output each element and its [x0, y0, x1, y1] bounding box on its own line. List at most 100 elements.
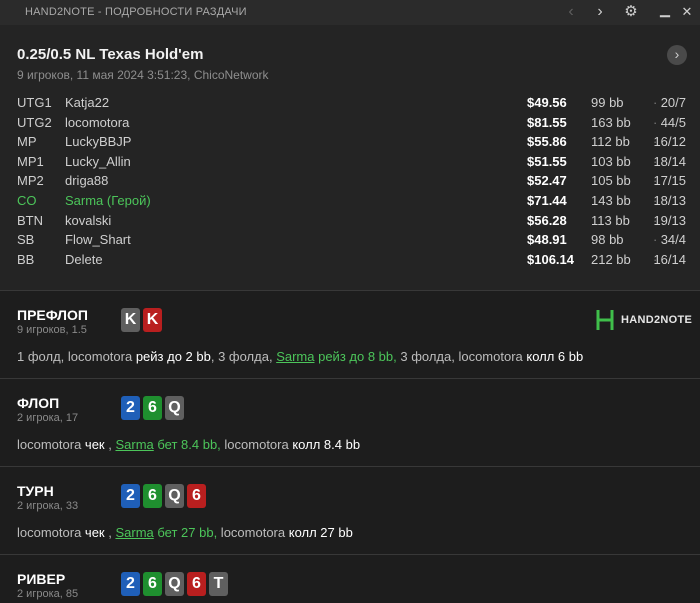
player-row[interactable]: MP1 Lucky_Allin $51.55 103 bb · 18/14 — [17, 154, 692, 174]
player-stack: $71.44 — [527, 192, 567, 208]
player-stack-bb: 163 bb — [591, 114, 631, 130]
street-actions: 1 фолд, locomotora рейз до 2 bb, 3 фолда… — [17, 349, 583, 364]
player-name[interactable]: driga88 — [65, 173, 108, 188]
chevron-right-icon[interactable]: › — [589, 2, 611, 22]
action-text: колл 27 bb — [288, 525, 353, 540]
street-subtitle: 9 игроков, 1.5 — [17, 324, 87, 336]
player-name[interactable]: Flow_Shart — [65, 232, 131, 247]
street-title: ТУРН — [17, 483, 54, 499]
street-section: ФЛОП 2 игрока, 17 2 6 Qlocomotora чек , Sarm… — [0, 378, 700, 466]
player-stats: 34/4 — [660, 232, 686, 248]
player-row[interactable]: UTG2 locomotora $81.55 163 bb · 44/5 — [17, 115, 692, 135]
action-text: бет 8.4 bb, — [153, 437, 221, 452]
player-stats: 18/13 — [653, 192, 686, 208]
action-text: locomotora — [217, 525, 289, 540]
player-position: MP2 — [17, 173, 44, 189]
hand-header: 0.25/0.5 NL Texas Hold'em 9 игроков, 11 … — [0, 25, 700, 290]
action-text: locomotora — [220, 437, 293, 452]
card: Q — [165, 484, 184, 508]
card: T — [209, 572, 228, 596]
player-name[interactable]: LuckyBBJP — [65, 134, 131, 149]
card: 6 — [187, 484, 206, 508]
street-title: РИВЕР — [17, 571, 66, 587]
player-row[interactable]: MP2 driga88 $52.47 105 bb · 17/15 — [17, 173, 692, 193]
player-stack-bb: 113 bb — [591, 212, 630, 228]
action-text: locomotora — [67, 349, 136, 364]
player-stack-bb: 99 bb — [591, 95, 624, 110]
player-row[interactable]: SB Flow_Shart $48.91 98 bb · 34/4 — [17, 232, 692, 252]
board-cards: 26Q — [121, 396, 187, 420]
action-text: рейз до 2 bb — [135, 349, 211, 364]
action-text: колл 8.4 bb — [292, 437, 361, 452]
street-subtitle: 2 игрока, 85 — [17, 588, 79, 600]
gear-icon[interactable]: ⚙ — [620, 2, 642, 22]
player-position: MP — [17, 134, 37, 150]
window-title: HAND2NOTE - ПОДРОБНОСТИ РАЗДАЧИ — [25, 6, 247, 18]
board-cards: 26Q6T — [121, 572, 231, 596]
player-stats: 19/13 — [653, 212, 686, 228]
player-stack-bb: 143 bb — [591, 192, 631, 208]
player-name[interactable]: locomotora — [65, 115, 129, 130]
game-subtitle: 9 игроков, 11 мая 2024 3:51:23, ChicoNet… — [17, 68, 269, 82]
player-stack-bb: 212 bb — [591, 251, 631, 267]
action-text: , — [104, 437, 116, 452]
card: 6 — [187, 572, 206, 596]
player-stats: 16/14 — [653, 251, 686, 267]
hero-name-link[interactable]: Sarma — [115, 525, 153, 540]
player-stats: 16/12 — [653, 134, 686, 150]
player-name[interactable]: Delete — [65, 252, 103, 267]
player-position: UTG2 — [17, 114, 52, 130]
circle-chevron-right-icon[interactable]: › — [667, 45, 687, 65]
board-cards: KK — [121, 308, 165, 332]
player-row[interactable]: UTG1 Katja22 $49.56 99 bb · 20/7 — [17, 95, 692, 115]
action-text: 1 фолд, — [17, 349, 68, 364]
chevron-left-icon[interactable]: ‹ — [560, 2, 582, 22]
player-position: UTG1 — [17, 95, 52, 110]
street-title: ПРЕФЛОП — [17, 307, 88, 323]
hero-name-link[interactable]: Sarma — [276, 349, 314, 364]
hero-name-link[interactable]: Sarma — [115, 437, 153, 452]
separator-dot: · — [653, 95, 658, 110]
card: K — [121, 308, 140, 332]
action-text: 3 фолда, locomotora — [396, 349, 527, 364]
player-position: MP1 — [17, 153, 44, 169]
card: 2 — [121, 396, 140, 420]
card: Q — [165, 572, 184, 596]
street-subtitle: 2 игрока, 33 — [17, 500, 79, 512]
minimize-icon[interactable]: ▁ — [654, 2, 676, 22]
player-stats: 44/5 — [660, 114, 686, 130]
player-name[interactable]: kovalski — [65, 213, 111, 228]
action-text: , — [104, 525, 116, 540]
board-cards: 26Q6 — [121, 484, 209, 508]
player-stack-bb: 105 bb — [591, 173, 631, 189]
card: 2 — [121, 572, 140, 596]
game-title: 0.25/0.5 NL Texas Hold'em — [17, 46, 204, 63]
action-text: , 3 фолда, — [210, 349, 277, 364]
logo-text: HAND2NOTE — [621, 314, 693, 326]
action-text: рейз до 8 bb, — [314, 349, 397, 364]
player-row[interactable]: CO Sarma (Герой) $71.44 143 bb · 18/13 — [17, 193, 692, 213]
card: Q — [165, 396, 184, 420]
player-name[interactable]: Lucky_Allin — [65, 154, 131, 169]
action-text: колл 6 bb — [526, 349, 584, 364]
player-stack: $55.86 — [527, 134, 567, 150]
close-icon[interactable]: ✕ — [676, 2, 698, 22]
player-stats: 17/15 — [653, 173, 686, 189]
player-stack: $48.91 — [527, 232, 567, 248]
player-stack: $51.55 — [527, 153, 567, 169]
action-text: чек — [84, 437, 105, 452]
player-name[interactable]: Sarma (Герой) — [65, 193, 151, 208]
street-section: ТУРН 2 игрока, 33 2 6 Q 6 locomotora чек , Sar… — [0, 466, 700, 554]
player-name[interactable]: Katja22 — [65, 95, 109, 110]
player-row[interactable]: BTN kovalski $56.28 113 bb · 19/13 — [17, 213, 692, 233]
street-section: ПРЕФЛОП 9 игроков, 1.5 K K HAND2NOTE 1 фолд, … — [0, 290, 700, 378]
player-stack: $49.56 — [527, 95, 567, 110]
player-row[interactable]: MP LuckyBBJP $55.86 112 bb · 16/12 — [17, 134, 692, 154]
player-stack-bb: 103 bb — [591, 153, 631, 169]
player-position: CO — [17, 192, 37, 208]
action-text: locomotora — [17, 437, 85, 452]
player-row[interactable]: BB Delete $106.14 212 bb · 16/14 — [17, 252, 692, 272]
card: 2 — [121, 484, 140, 508]
action-text: locomotora — [17, 525, 85, 540]
street-actions: locomotora чек , Sarma бет 27 bb, locomo… — [17, 525, 353, 540]
